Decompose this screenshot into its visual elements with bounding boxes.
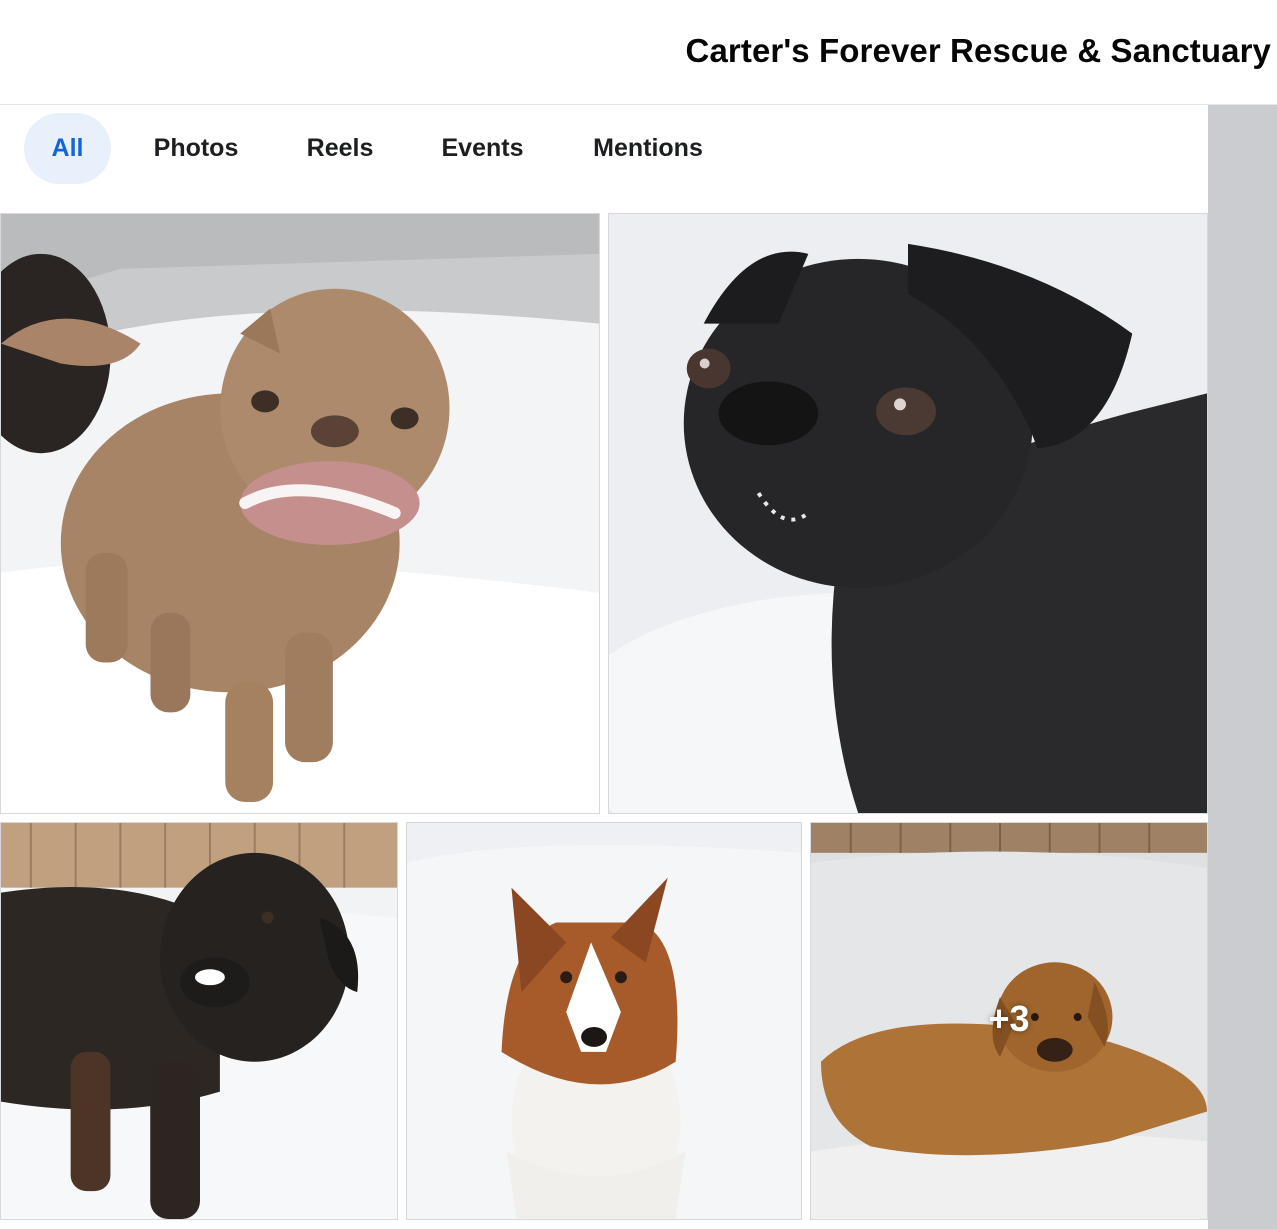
tab-photos[interactable]: Photos — [140, 113, 252, 184]
tab-events[interactable]: Events — [425, 113, 540, 184]
media-tab-bar: All Photos Reels Events Mentions — [0, 105, 1208, 213]
tab-mentions[interactable]: Mentions — [575, 113, 721, 184]
tab-reels[interactable]: Reels — [290, 113, 390, 184]
photo-tile-sheltie[interactable] — [406, 822, 802, 1220]
pug-photo — [609, 214, 1207, 813]
black-dog-photo — [1, 823, 397, 1219]
sheltie-photo — [407, 823, 801, 1219]
photo-tile-black-dog[interactable] — [0, 822, 398, 1220]
page-title[interactable]: Carter's Forever Rescue & Sanctuary — [686, 32, 1271, 70]
tab-all[interactable]: All — [24, 113, 111, 184]
page-header: Carter's Forever Rescue & Sanctuary — [0, 0, 1277, 105]
photo-tile-pug[interactable] — [608, 213, 1208, 814]
photo-tile-golden-retriever[interactable]: +3 — [810, 822, 1208, 1220]
scrollbar-track[interactable] — [1208, 105, 1277, 1229]
bulldog-photo — [1, 214, 599, 813]
photo-tile-bulldog[interactable] — [0, 213, 600, 814]
more-photos-count: +3 — [988, 998, 1030, 1039]
